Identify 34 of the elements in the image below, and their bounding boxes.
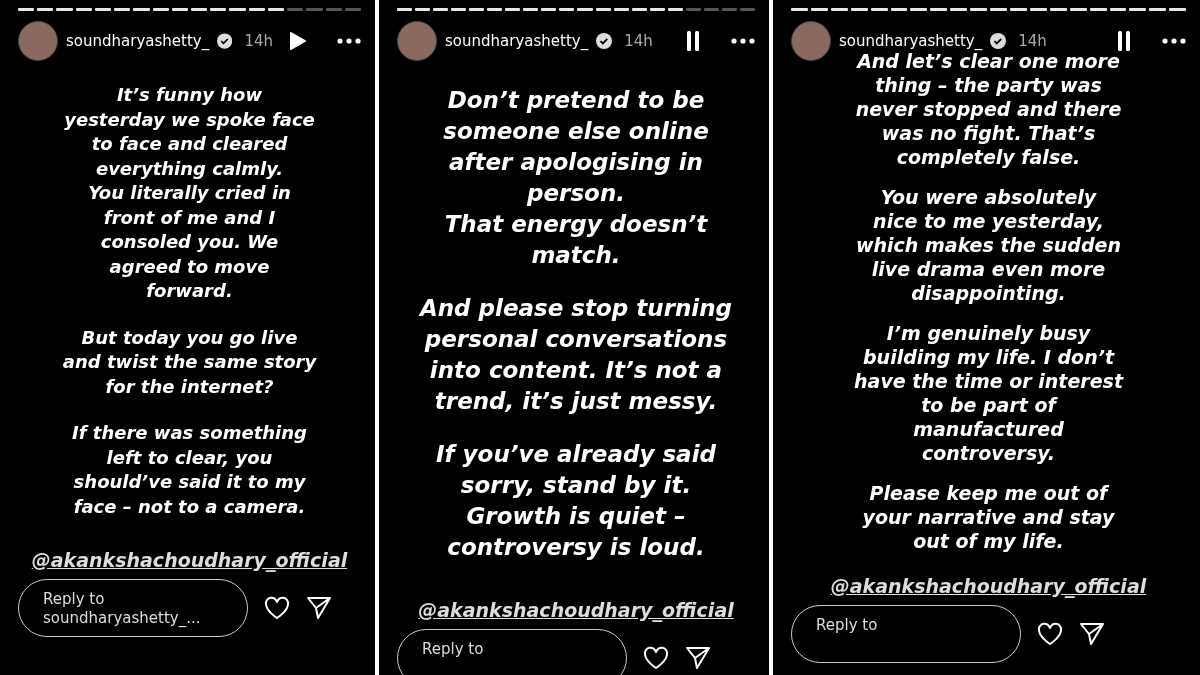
story-text: Don’t pretend to be someone else online after apologising in person. That energy doesn’t match.	[443, 86, 709, 270]
mention-link[interactable]: @akankshachoudhary_official	[31, 549, 348, 571]
post-time: 14h	[624, 32, 653, 50]
pause-button[interactable]	[1116, 30, 1132, 52]
post-time: 14h	[244, 32, 273, 50]
play-button[interactable]	[289, 31, 307, 51]
story-text: If you’ve already said sorry, stand by it. Growth is quiet – controversy is loud.	[436, 440, 716, 562]
avatar[interactable]	[791, 21, 831, 61]
pause-button[interactable]	[685, 30, 701, 52]
heart-icon[interactable]	[1037, 622, 1063, 646]
more-options-icon[interactable]	[1162, 38, 1186, 44]
story-text: But today you go live and twist the same story for the internet?	[62, 325, 317, 399]
story-text: If there was something left to clear, you should’ve said it to my face – not to a camera.	[72, 421, 307, 519]
heart-icon[interactable]	[643, 646, 669, 670]
username[interactable]: soundharyashetty_	[66, 32, 210, 50]
avatar[interactable]	[397, 21, 437, 61]
heart-icon[interactable]	[264, 596, 290, 620]
send-icon[interactable]	[306, 596, 332, 620]
more-options-icon[interactable]	[731, 38, 755, 44]
send-icon[interactable]	[1079, 622, 1105, 646]
avatar[interactable]	[18, 21, 58, 61]
send-icon[interactable]	[685, 646, 711, 670]
username[interactable]: soundharyashetty_	[445, 32, 589, 50]
story-text: And let’s clear one more thing – the party was never stopped and there was no fight. That’s completely false.	[855, 50, 1122, 169]
story-text: It’s funny how yesterday we spoke face to face and cleared everything calmly. You literally cried in front of me and I consoled you. We agreed to move forward.	[64, 83, 315, 303]
mention-link[interactable]: @akankshachoudhary_official	[830, 575, 1147, 597]
story-text: You were absolutely nice to me yesterday, which makes the sudden live drama even more disappointing.	[856, 185, 1121, 305]
story-text: And please stop turning personal conversations into content. It’s not a trend, it’s just messy.	[419, 294, 733, 416]
story-text: I’m genuinely busy building my life. I don’t have the time or interest to be part of manufactured controversy.	[854, 321, 1123, 465]
username[interactable]: soundharyashetty_	[839, 32, 983, 50]
post-time: 14h	[1018, 32, 1047, 50]
story-text: Please keep me out of your narrative and stay out of my life.	[862, 481, 1115, 553]
mention-link[interactable]: @akankshachoudhary_official	[418, 599, 734, 621]
more-options-icon[interactable]	[337, 38, 361, 44]
